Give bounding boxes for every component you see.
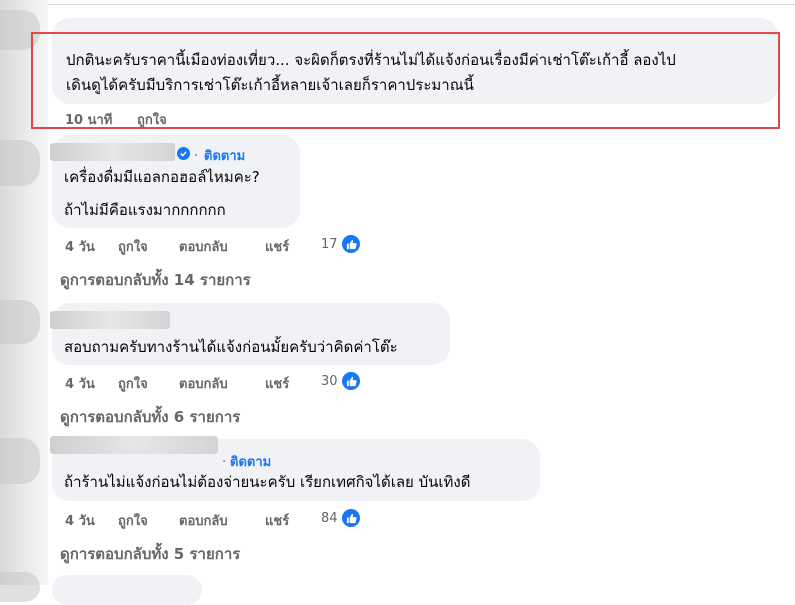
view-replies-link[interactable]: ดูการตอบกลับทั้ง 5 รายการ	[60, 542, 240, 566]
reaction-count[interactable]: 84	[321, 511, 338, 526]
comment-text-line: ถ้าร้านไม่แจ้งก่อนไม่ต้องจ่ายนะครับ เรีย…	[64, 473, 471, 491]
divider	[48, 4, 795, 5]
reply-button[interactable]: ตอบกลับ	[179, 236, 228, 257]
share-button[interactable]: แชร์	[265, 373, 289, 394]
like-button[interactable]: ถูกใจ	[118, 236, 148, 257]
thumbs-up-icon[interactable]	[342, 372, 360, 390]
avatar-blur	[0, 438, 40, 484]
like-button[interactable]: ถูกใจ	[118, 510, 148, 531]
view-replies-link[interactable]: ดูการตอบกลับทั้ง 6 รายการ	[60, 405, 240, 429]
comment-text-line: เครื่องดื่มมีแอลกอฮอล์ไหมคะ?	[64, 168, 260, 186]
comment-bubble-partial	[52, 575, 202, 605]
author-name-blurred[interactable]	[50, 436, 218, 454]
view-replies-link[interactable]: ดูการตอบกลับทั้ง 14 รายการ	[60, 268, 251, 292]
thumbs-up-icon[interactable]	[342, 509, 360, 527]
author-name-blurred[interactable]	[50, 143, 175, 161]
comment-text-line: สอบถามครับทางร้านได้แจ้งก่อนมั้ยครับว่าค…	[64, 338, 398, 356]
reaction-count[interactable]: 30	[321, 374, 338, 389]
comment-time[interactable]: 4 วัน	[65, 236, 95, 257]
comment-text-line: ถ้าไม่มีคือแรงมากกกกกก	[64, 201, 226, 219]
like-button[interactable]: ถูกใจ	[118, 373, 148, 394]
comment-time[interactable]: 4 วัน	[65, 510, 95, 531]
reaction-count[interactable]: 17	[321, 237, 338, 252]
share-button[interactable]: แชร์	[265, 236, 289, 257]
reply-button[interactable]: ตอบกลับ	[179, 510, 228, 531]
share-button[interactable]: แชร์	[265, 510, 289, 531]
avatar-blur	[0, 572, 40, 602]
author-name-blurred[interactable]	[50, 311, 170, 329]
comment-bubble: · ติดตาม ถ้าร้านไม่แจ้งก่อนไม่ต้องจ่ายนะ…	[50, 436, 540, 501]
thumbs-up-icon[interactable]	[342, 235, 360, 253]
highlight-annotation-box	[31, 32, 780, 129]
comment-bubble: · ติดตาม เครื่องดื่มมีแอลกอฮอล์ไหมคะ? ถ้…	[50, 135, 300, 228]
avatar-blur	[0, 300, 40, 344]
avatar-blur	[0, 140, 40, 186]
verified-badge-icon	[177, 147, 190, 160]
comment-bubble: สอบถามครับทางร้านได้แจ้งก่อนมั้ยครับว่าค…	[50, 303, 450, 365]
comment-time[interactable]: 4 วัน	[65, 373, 95, 394]
reply-button[interactable]: ตอบกลับ	[179, 373, 228, 394]
